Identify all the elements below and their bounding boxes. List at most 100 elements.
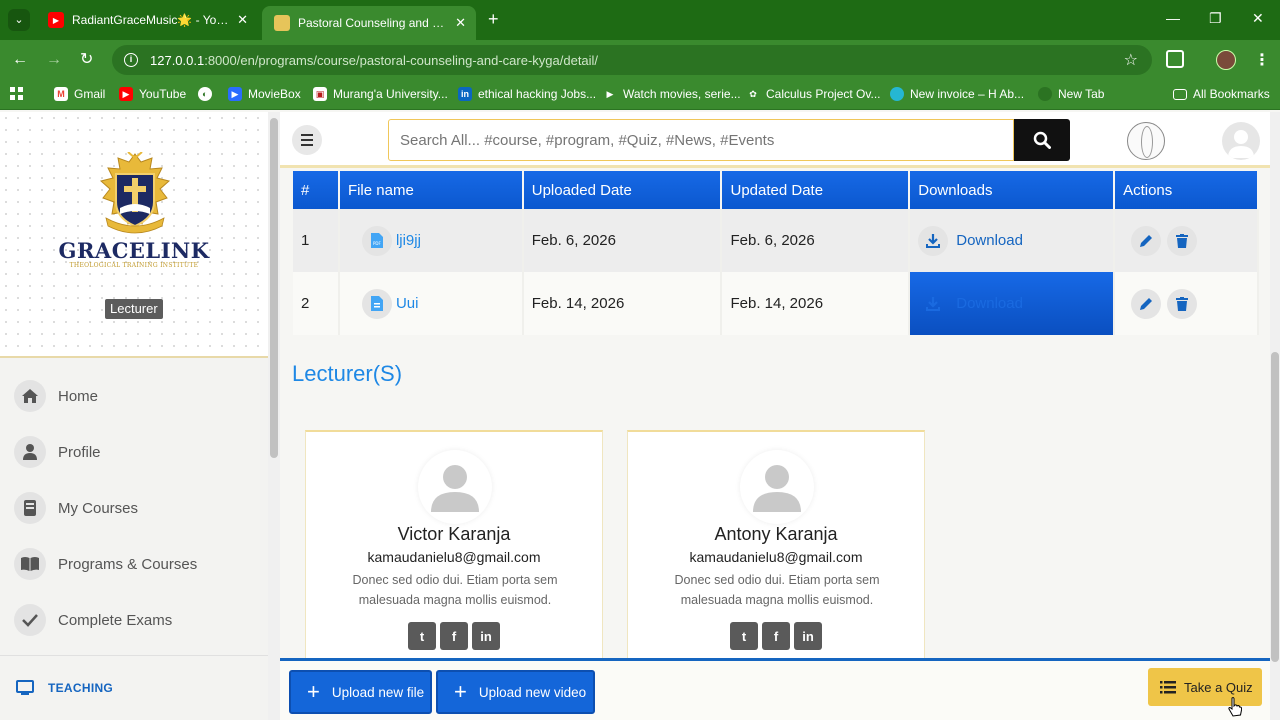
user-avatar[interactable] [1222, 122, 1260, 160]
take-quiz-button[interactable]: Take a Quiz [1148, 668, 1262, 706]
url-field[interactable]: i 127.0.0.1:8000/en/programs/course/past… [112, 45, 1152, 75]
upload-video-button[interactable]: + Upload new video [436, 670, 595, 714]
file-name-cell: PDF lji9jj [338, 209, 524, 272]
browser-tab-youtube[interactable]: ▶ RadiantGraceMusic🌟 - YouTube ✕ [36, 6, 258, 34]
bookmark-movies[interactable]: ▶ Watch movies, serie... [603, 87, 741, 101]
download-button[interactable]: Download [918, 225, 1113, 256]
browser-tab-active[interactable]: Pastoral Counseling and Care | GraceLink… [262, 6, 476, 40]
lecturers-heading: Lecturer(S) [292, 361, 403, 386]
sidebar-item-home[interactable]: Home [14, 379, 98, 413]
file-link[interactable]: Uui [348, 288, 522, 319]
bookmark-invoice[interactable]: New invoice – H Ab... [890, 87, 1024, 101]
close-tab-icon[interactable]: ✕ [237, 12, 248, 28]
file-name: lji9jj [395, 232, 421, 249]
tab-search-icon[interactable]: ⌄ [8, 9, 30, 31]
browser-menu-icon[interactable]: ⋮ [1254, 50, 1270, 70]
download-label: Download [956, 295, 1023, 312]
download-button[interactable]: Download [918, 289, 1113, 319]
bookmark-university[interactable]: ▣ Murang'a University... [313, 87, 448, 101]
theme-toggle-button[interactable] [1127, 122, 1165, 160]
sidebar-item-label: Profile [58, 443, 101, 461]
twitter-icon[interactable]: t [408, 622, 436, 650]
bookmark-globe[interactable]: ◐ [198, 87, 212, 101]
window-close-icon[interactable]: ✕ [1252, 10, 1264, 27]
linkedin-icon: in [458, 87, 472, 101]
page-scrollbar[interactable] [1270, 112, 1280, 720]
file-name-cell: Uui [338, 272, 524, 335]
site-info-icon[interactable]: i [124, 53, 138, 67]
scrollbar-thumb[interactable] [270, 118, 278, 458]
back-icon[interactable]: ← [12, 50, 28, 70]
bookmark-calculus[interactable]: ✿ Calculus Project Ov... [746, 87, 880, 101]
upload-file-button[interactable]: + Upload new file [289, 670, 432, 714]
apps-icon[interactable] [10, 87, 24, 101]
site-favicon-icon [274, 15, 290, 31]
tab-title: Pastoral Counseling and Care | GraceLink [298, 16, 448, 30]
divider [0, 655, 268, 656]
brand-panel: GRACELINK THEOLOGICAL TRAINING INSTITUTE… [0, 112, 268, 358]
bookmark-moviebox[interactable]: ▶ MovieBox [228, 87, 301, 101]
bookmark-newtab[interactable]: New Tab [1038, 87, 1104, 101]
twitter-icon[interactable]: t [730, 622, 758, 650]
all-bookmarks[interactable]: All Bookmarks [1173, 87, 1270, 101]
download-label: Download [956, 232, 1023, 249]
invoice-icon [890, 87, 904, 101]
edit-icon[interactable] [1131, 288, 1162, 319]
menu-toggle-button[interactable] [292, 125, 322, 155]
restore-icon[interactable]: ❐ [1209, 10, 1222, 27]
sidebar-item-complete-exams[interactable]: Complete Exams [14, 603, 172, 637]
youtube-icon: ▶ [119, 87, 133, 101]
file-link[interactable]: PDF lji9jj [348, 225, 522, 256]
new-tab-icon[interactable]: + [488, 9, 499, 29]
check-icon [14, 604, 46, 636]
delete-icon[interactable] [1167, 288, 1198, 319]
sidebar-scrollbar[interactable] [268, 112, 280, 720]
facebook-icon[interactable]: f [762, 622, 790, 650]
home-icon [14, 380, 46, 412]
profile-avatar[interactable] [1216, 50, 1236, 70]
newtab-icon [1038, 87, 1052, 101]
lecturer-description: Donec sed odio dui. Etiam porta sem male… [674, 573, 880, 607]
sidebar-item-label: Programs & Courses [58, 555, 198, 573]
facebook-icon[interactable]: f [440, 622, 468, 650]
uploaded-date: Feb. 14, 2026 [522, 272, 723, 335]
hand-cursor-icon [1228, 697, 1242, 717]
minimize-icon[interactable]: — [1166, 10, 1180, 26]
folder-icon [1173, 88, 1187, 100]
linkedin-icon[interactable]: in [794, 622, 822, 650]
list-icon [1160, 680, 1176, 693]
sidebar-item-label: Complete Exams [58, 611, 173, 629]
bookmark-star-icon[interactable]: ☆ [1124, 50, 1138, 70]
linkedin-icon[interactable]: in [472, 622, 500, 650]
search-input[interactable] [388, 119, 1014, 161]
svg-text:PDF: PDF [373, 241, 381, 246]
bookmark-youtube[interactable]: ▶ YouTube [119, 87, 186, 101]
sidebar-item-my-courses[interactable]: My Courses [14, 491, 138, 525]
sidebar-item-programs[interactable]: Programs & Courses [14, 547, 197, 581]
extensions-icon[interactable] [1166, 50, 1184, 68]
gmail-icon: M [54, 87, 68, 101]
forward-icon[interactable]: → [46, 50, 62, 70]
delete-icon[interactable] [1167, 225, 1198, 256]
updated-date: Feb. 6, 2026 [721, 209, 911, 272]
table-row: 2 Uui Feb. 14, 2026 Feb. 14, 2026 Downlo… [293, 272, 1259, 335]
close-tab-icon[interactable]: ✕ [455, 15, 466, 31]
lecturer-name: Antony Karanja [714, 524, 838, 544]
bookmark-linkedin[interactable]: in ethical hacking Jobs... [458, 87, 596, 101]
lecturer-avatar [740, 450, 814, 524]
user-icon [14, 436, 46, 468]
download-icon [918, 289, 948, 319]
globe-icon: ◐ [198, 87, 212, 101]
search-button[interactable] [1014, 119, 1070, 161]
sidebar-section-teaching[interactable]: TEACHING [16, 680, 113, 696]
reload-icon[interactable]: ↻ [80, 50, 93, 70]
browser-tab-bar: ⌄ ▶ RadiantGraceMusic🌟 - YouTube ✕ Pasto… [0, 0, 1280, 40]
sidebar-item-profile[interactable]: Profile [14, 435, 101, 469]
edit-icon[interactable] [1131, 225, 1162, 256]
main-content: # File name Uploaded Date Updated Date D… [280, 171, 1268, 658]
scrollbar-thumb[interactable] [1271, 352, 1279, 662]
top-bar [280, 112, 1272, 168]
bottom-action-bar: + Upload new file + Upload new video Tak… [280, 658, 1272, 720]
file-name: Uui [395, 295, 419, 312]
bookmark-gmail[interactable]: M Gmail [54, 87, 105, 101]
